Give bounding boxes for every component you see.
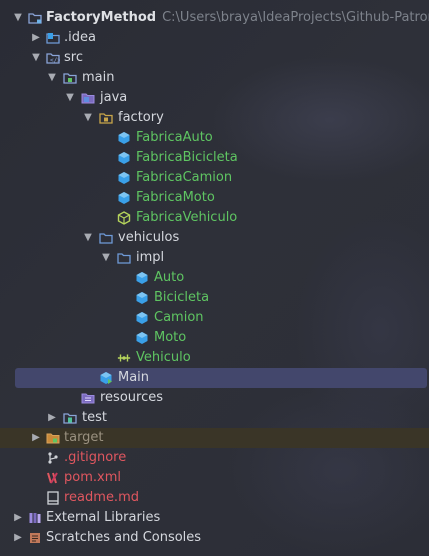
tree-label-java: java [100,90,128,105]
java-class-icon [117,131,131,145]
tree-node-scratches[interactable]: ▶ Scratches and Consoles [0,528,429,548]
project-tree[interactable]: ▼ FactoryMethod C:\Users\braya\IdeaProjec… [0,8,429,548]
tree-node-project[interactable]: ▼ FactoryMethod C:\Users\braya\IdeaProjec… [0,8,429,28]
chevron-down-icon[interactable]: ▼ [80,228,96,248]
tree-label-auto: Auto [154,270,185,285]
tree-node-main-class[interactable]: Main [15,368,427,388]
tree-label-readme: readme.md [64,490,139,505]
tree-node-src[interactable]: ▼ </> src [0,48,429,68]
markdown-file-icon [46,491,60,505]
java-class-icon [135,311,149,325]
java-class-icon [117,151,131,165]
tree-label-fabrica-moto: FabricaMoto [136,190,215,205]
tree-label-gitignore: .gitignore [64,450,127,465]
tree-label-impl: impl [136,250,165,265]
chevron-right-icon[interactable]: ▶ [10,508,26,528]
chevron-right-icon[interactable]: ▶ [28,28,44,48]
chevron-right-icon[interactable]: ▶ [44,408,60,428]
module-folder-icon [63,71,77,85]
maven-icon [46,471,60,485]
tree-label-fabrica-auto: FabricaAuto [136,130,213,145]
chevron-down-icon[interactable]: ▼ [62,88,78,108]
excluded-folder-icon [46,431,60,445]
tree-node-java[interactable]: ▼ java [0,88,429,108]
tree-node-external-libraries[interactable]: ▶ External Libraries [0,508,429,528]
tree-node-auto[interactable]: Auto [0,268,429,288]
chevron-right-icon[interactable]: ▶ [28,428,44,448]
tree-label-bicicleta: Bicicleta [154,290,210,305]
tree-node-vehiculo[interactable]: Vehiculo [0,348,429,368]
tree-node-gitignore[interactable]: .gitignore [0,448,429,468]
chevron-down-icon[interactable]: ▼ [10,8,26,28]
git-file-icon [46,451,60,465]
tree-label-scratches: Scratches and Consoles [46,530,202,545]
tree-label-vehiculo: Vehiculo [136,350,191,365]
tree-label-idea: .idea [64,30,96,45]
tree-label-external-libraries: External Libraries [46,510,161,525]
folder-icon [46,31,60,45]
tree-label-resources: resources [100,390,164,405]
source-folder-icon: </> [46,51,60,65]
tree-node-target[interactable]: ▶ target [0,428,429,448]
tree-label-project: FactoryMethod C:\Users\braya\IdeaProjects… [46,8,429,28]
tree-node-vehiculos[interactable]: ▼ vehiculos [0,228,429,248]
tree-node-factory[interactable]: ▼ factory [0,108,429,128]
tree-node-fabrica-auto[interactable]: FabricaAuto [0,128,429,148]
tree-node-idea[interactable]: ▶ .idea [0,28,429,48]
tree-node-impl[interactable]: ▼ impl [0,248,429,268]
java-class-icon [117,171,131,185]
interface-icon [117,351,131,365]
chevron-down-icon[interactable]: ▼ [28,48,44,68]
libraries-icon [28,511,42,525]
tree-node-fabrica-camion[interactable]: FabricaCamion [0,168,429,188]
tree-label-moto: Moto [154,330,187,345]
tree-node-test[interactable]: ▶ test [0,408,429,428]
package-icon [99,111,113,125]
chevron-down-icon[interactable]: ▼ [80,108,96,128]
tree-label-fabrica-camion: FabricaCamion [136,170,233,185]
tree-node-fabrica-vehiculo[interactable]: FabricaVehiculo [0,208,429,228]
java-class-icon [135,291,149,305]
source-root-folder-icon [81,91,95,105]
test-folder-icon [63,411,77,425]
tree-node-pom[interactable]: pom.xml [0,468,429,488]
project-path: C:\Users\braya\IdeaProjects\Github-Patro… [162,10,429,25]
tree-node-moto[interactable]: Moto [0,328,429,348]
module-folder-icon [28,11,42,25]
java-class-icon [117,191,131,205]
tree-label-pom: pom.xml [64,470,121,485]
chevron-down-icon[interactable]: ▼ [98,248,114,268]
folder-icon [99,231,113,245]
tree-label-factory: factory [118,110,164,125]
java-class-icon [135,271,149,285]
tree-node-main[interactable]: ▼ main [0,68,429,88]
tree-label-camion: Camion [154,310,204,325]
abstract-class-icon [117,211,131,225]
tree-node-readme[interactable]: readme.md [0,488,429,508]
scratches-icon [28,531,42,545]
tree-label-fabrica-vehiculo: FabricaVehiculo [136,210,238,225]
tree-label-main: main [82,70,115,85]
folder-icon [117,251,131,265]
tree-node-fabrica-moto[interactable]: FabricaMoto [0,188,429,208]
svg-text:</>: </> [50,57,60,64]
tree-label-vehiculos: vehiculos [118,230,180,245]
java-runnable-class-icon [99,371,113,385]
resources-folder-icon [81,391,95,405]
tree-label-main-class: Main [118,370,150,385]
tree-label-fabrica-bicicleta: FabricaBicicleta [136,150,238,165]
tree-node-bicicleta[interactable]: Bicicleta [0,288,429,308]
tree-label-src: src [64,50,83,65]
chevron-down-icon[interactable]: ▼ [44,68,60,88]
tree-label-test: test [82,410,107,425]
java-class-icon [135,331,149,345]
tree-node-fabrica-bicicleta[interactable]: FabricaBicicleta [0,148,429,168]
tree-node-camion[interactable]: Camion [0,308,429,328]
chevron-right-icon[interactable]: ▶ [10,528,26,548]
tree-node-resources[interactable]: resources [0,388,429,408]
tree-label-target: target [64,430,104,445]
